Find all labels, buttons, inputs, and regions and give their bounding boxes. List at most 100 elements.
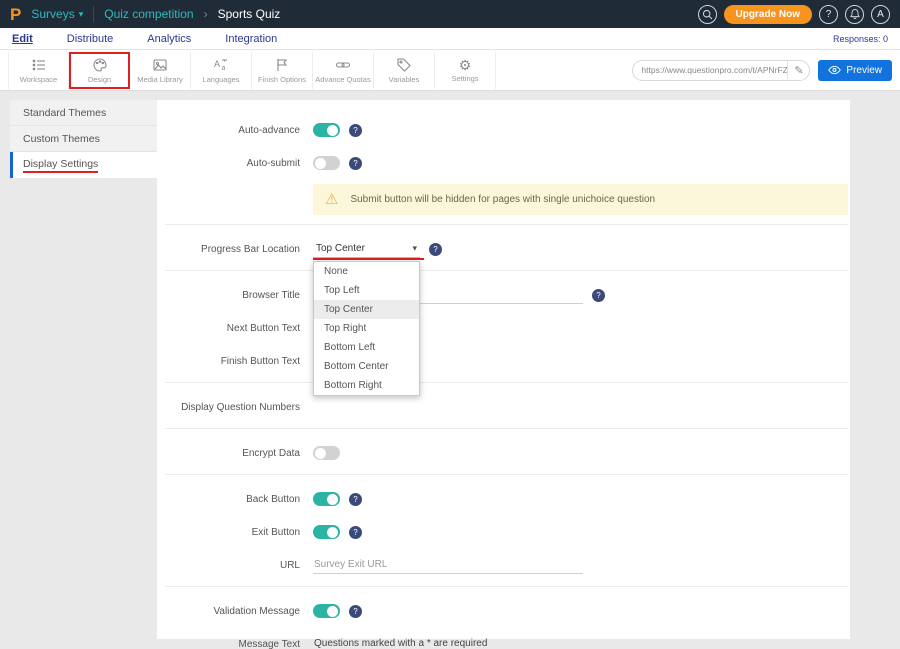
edit-url-button[interactable]: ✎: [787, 61, 809, 80]
preview-button[interactable]: Preview: [818, 60, 892, 81]
toolbar-item-finish-options[interactable]: Finish Options: [252, 52, 313, 89]
next-button-text-label: Next Button Text: [165, 323, 313, 334]
progress-dropdown-option[interactable]: Bottom Center: [314, 357, 419, 376]
translate-icon: Aa: [213, 57, 229, 73]
toolbar-item-workspace[interactable]: Workspace: [8, 52, 69, 89]
help-icon[interactable]: ?: [592, 289, 605, 302]
help-icon[interactable]: ?: [349, 493, 362, 506]
bell-icon: [849, 8, 861, 20]
encrypt-data-label: Encrypt Data: [165, 448, 313, 459]
progress-bar-location-label: Progress Bar Location: [165, 244, 313, 255]
display-question-numbers-label: Display Question Numbers: [165, 402, 313, 413]
exit-url-label: URL: [165, 560, 313, 571]
quota-link-icon: [335, 57, 351, 73]
exit-url-row: URL: [165, 553, 850, 577]
tab-analytics[interactable]: Analytics: [147, 33, 191, 45]
tab-integration[interactable]: Integration: [225, 33, 277, 45]
warning-icon: ⚠: [325, 192, 338, 207]
sidebar-item-label: Standard Themes: [23, 107, 106, 119]
progress-dropdown-option[interactable]: Top Right: [314, 319, 419, 338]
surveys-menu[interactable]: Surveys ▾: [31, 7, 83, 21]
search-icon: [701, 8, 714, 21]
back-button-toggle[interactable]: [313, 492, 340, 506]
auto-submit-row: Auto-submit ?: [165, 151, 850, 175]
toolbar-item-media-library[interactable]: Media Library: [130, 52, 191, 89]
toolbar-item-advance-quotas[interactable]: Advance Quotas: [313, 52, 374, 89]
exit-button-toggle[interactable]: [313, 525, 340, 539]
encrypt-data-toggle[interactable]: [313, 446, 340, 460]
toolbar-item-label: Languages: [202, 75, 239, 84]
help-button[interactable]: ?: [819, 5, 838, 24]
help-icon[interactable]: ?: [349, 605, 362, 618]
section-divider: [165, 270, 848, 271]
progress-bar-location-dropdown: None Top Left Top Center Top Right Botto…: [313, 261, 420, 396]
toolbar-item-label: Settings: [451, 74, 478, 83]
responses-count[interactable]: Responses: 0: [833, 34, 888, 44]
toolbar-item-design[interactable]: Design: [69, 52, 130, 89]
svg-text:a: a: [222, 65, 226, 72]
toolbar-item-settings[interactable]: ⚙ Settings: [435, 52, 496, 89]
warning-banner: ⚠ Submit button will be hidden for pages…: [313, 184, 848, 215]
display-question-numbers-row: Display Question Numbers: [165, 395, 850, 419]
auto-advance-label: Auto-advance: [165, 125, 313, 136]
sidebar-item-display-settings[interactable]: Display Settings: [10, 152, 157, 178]
topbar-actions: Upgrade Now ? A: [698, 5, 890, 24]
main-content: Standard Themes Custom Themes Display Se…: [0, 91, 900, 649]
help-icon[interactable]: ?: [349, 124, 362, 137]
tab-distribute[interactable]: Distribute: [67, 33, 113, 45]
progress-dropdown-option[interactable]: None: [314, 262, 419, 281]
browser-title-row: Browser Title ?: [165, 283, 850, 307]
questionpro-logo[interactable]: P: [10, 6, 21, 23]
selected-value: Top Center: [316, 243, 365, 254]
survey-menu-bar: Edit Distribute Analytics Integration Re…: [0, 28, 900, 50]
next-button-text-row: Next Button Text: [165, 316, 850, 340]
toolbar-item-label: Finish Options: [258, 75, 306, 84]
progress-dropdown-option[interactable]: Top Left: [314, 281, 419, 300]
sidebar-item-standard-themes[interactable]: Standard Themes: [10, 100, 157, 126]
svg-text:A: A: [214, 59, 220, 69]
display-settings-panel: Auto-advance ? Auto-submit ? ⚠ Submit bu…: [157, 100, 850, 639]
chevron-icon: ›: [204, 7, 208, 21]
surveys-label: Surveys: [31, 7, 74, 21]
encrypt-data-row: Encrypt Data: [165, 441, 850, 465]
back-button-label: Back Button: [165, 494, 313, 505]
pencil-icon: ✎: [794, 64, 803, 77]
design-sidebar: Standard Themes Custom Themes Display Se…: [10, 100, 157, 639]
breadcrumb-survey-name[interactable]: Quiz competition: [104, 7, 193, 21]
help-icon[interactable]: ?: [349, 157, 362, 170]
auto-submit-label: Auto-submit: [165, 158, 313, 169]
progress-dropdown-option[interactable]: Bottom Left: [314, 338, 419, 357]
finish-button-text-row: Finish Button Text: [165, 349, 850, 373]
progress-bar-location-select[interactable]: Top Center ▾ None Top Left Top Center To…: [313, 241, 420, 258]
message-text-row: Message Text: [165, 632, 850, 649]
message-text-label: Message Text: [165, 639, 313, 649]
design-palette-icon: [92, 57, 108, 73]
auto-advance-toggle[interactable]: [313, 123, 340, 137]
warning-row: ⚠ Submit button will be hidden for pages…: [165, 184, 850, 215]
exit-button-row: Exit Button ?: [165, 520, 850, 544]
exit-url-input[interactable]: [313, 556, 583, 574]
message-text-input[interactable]: [313, 635, 583, 649]
eye-icon: [828, 65, 841, 75]
progress-bar-location-row: Progress Bar Location Top Center ▾ None …: [165, 237, 850, 261]
toolbar-item-languages[interactable]: Aa Languages: [191, 52, 252, 89]
validation-message-toggle[interactable]: [313, 604, 340, 618]
progress-dropdown-option[interactable]: Top Center: [314, 300, 419, 319]
tab-edit[interactable]: Edit: [12, 33, 33, 45]
account-button[interactable]: A: [871, 5, 890, 24]
progress-dropdown-option[interactable]: Bottom Right: [314, 376, 419, 395]
validation-message-label: Validation Message: [165, 606, 313, 617]
sidebar-item-custom-themes[interactable]: Custom Themes: [10, 126, 157, 152]
upgrade-now-button[interactable]: Upgrade Now: [724, 5, 812, 24]
notifications-button[interactable]: [845, 5, 864, 24]
preview-label: Preview: [846, 65, 882, 76]
section-divider: [165, 224, 848, 225]
auto-submit-toggle[interactable]: [313, 156, 340, 170]
help-icon[interactable]: ?: [349, 526, 362, 539]
survey-url[interactable]: https://www.questionpro.com/t/APNrFZ: [633, 65, 787, 75]
workspace-icon: [31, 57, 47, 73]
exit-button-label: Exit Button: [165, 527, 313, 538]
help-icon[interactable]: ?: [429, 243, 442, 256]
toolbar-item-variables[interactable]: Variables: [374, 52, 435, 89]
search-button[interactable]: [698, 5, 717, 24]
